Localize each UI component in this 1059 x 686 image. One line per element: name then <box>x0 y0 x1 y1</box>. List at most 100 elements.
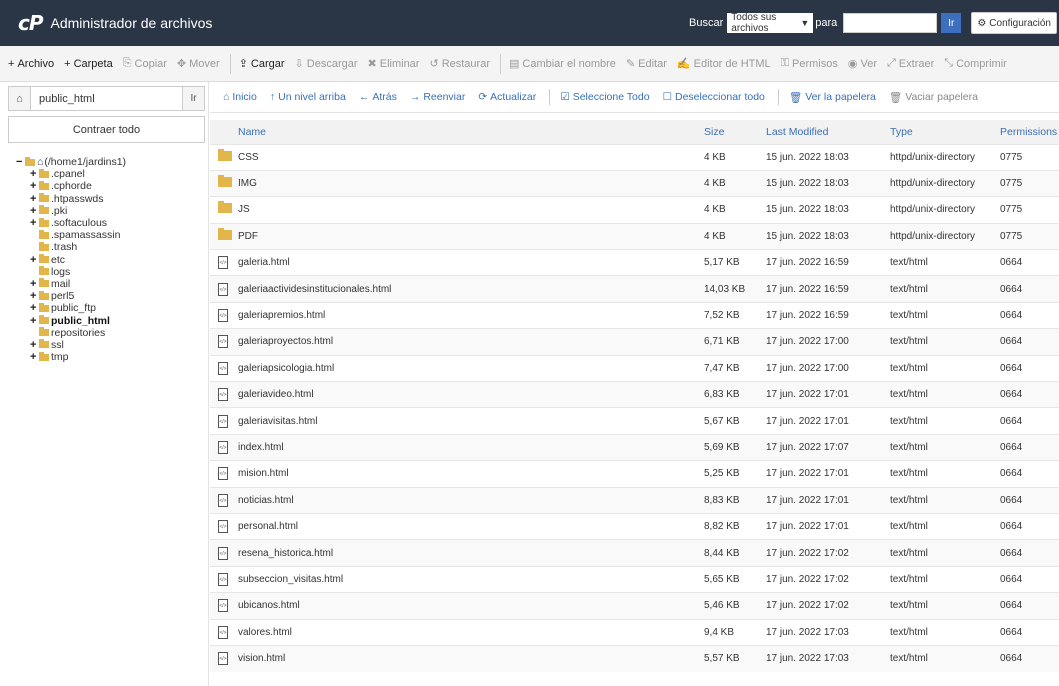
file-row[interactable]: JS 4 KB 15 jun. 2022 18:03 httpd/unix-direc… <box>210 196 1059 224</box>
collapse-all-button[interactable]: Contraer todo <box>8 116 205 143</box>
path-input[interactable]: public_html <box>31 87 182 110</box>
copy-button[interactable]: ⎘ Copiar <box>123 57 167 70</box>
tree-item[interactable]: .spamassassin <box>16 229 206 241</box>
tree-item[interactable]: + ssl <box>16 339 206 351</box>
col-type-header[interactable]: Type <box>886 120 996 144</box>
expand-icon[interactable]: + <box>30 290 38 302</box>
file-row[interactable]: </> valores.html 9,4 KB 17 jun. 2022 17:03 t… <box>210 618 1059 646</box>
settings-button[interactable]: ⚙ Configuración <box>971 12 1057 34</box>
html-editor-button[interactable]: ✍ Editor de HTML <box>677 57 771 71</box>
expand-icon[interactable]: + <box>30 180 38 192</box>
tree-item[interactable]: − ⌂ (/home1/jardins1) <box>16 156 206 168</box>
file-row[interactable]: </> mision.html 5,25 KB 17 jun. 2022 17:01 t… <box>210 460 1059 488</box>
col-size-header[interactable]: Size <box>700 120 762 144</box>
file-row[interactable]: </> index.html 5,69 KB 17 jun. 2022 17:07 te… <box>210 433 1059 461</box>
file-row[interactable]: </> galeriaproyectos.html 6,71 KB 17 jun. 2… <box>210 328 1059 356</box>
expand-icon[interactable]: + <box>30 168 38 180</box>
tree-item[interactable]: + public_ftp <box>16 302 206 314</box>
tree-item[interactable]: + .softaculous <box>16 217 206 229</box>
tree-item[interactable]: logs <box>16 266 206 278</box>
download-button[interactable]: ⇩ Descargar <box>295 57 358 71</box>
file-permissions: 0664 <box>996 460 1059 488</box>
file-row[interactable]: </> galeriapsicologia.html 7,47 KB 17 jun. … <box>210 354 1059 382</box>
file-row[interactable]: </> galeriavisitas.html 5,67 KB 17 jun. 202… <box>210 407 1059 435</box>
file-row[interactable]: </> ubicanos.html 5,46 KB 17 jun. 2022 17:0… <box>210 592 1059 620</box>
restore-button[interactable]: ↺ Restaurar <box>429 57 490 71</box>
expand-icon[interactable]: + <box>30 193 38 205</box>
permissions-button[interactable]: ⚿ Permisos <box>781 57 838 70</box>
tree-item[interactable]: + .cphorde <box>16 180 206 192</box>
file-row[interactable]: </> galeria.html 5,17 KB 17 jun. 2022 16:59… <box>210 249 1059 276</box>
file-row[interactable]: </> resena_historica.html 8,44 KB 17 jun. 2… <box>210 539 1059 567</box>
upload-button[interactable]: ⇪ Cargar <box>239 57 285 71</box>
collapse-icon[interactable]: − <box>16 156 24 168</box>
back-link[interactable]: ← Atrás <box>359 91 397 103</box>
tree-item[interactable]: + tmp <box>16 351 206 363</box>
move-button[interactable]: ✥ Mover <box>177 57 220 71</box>
search-input[interactable] <box>843 13 938 33</box>
nav-label: Ver la papelera <box>805 91 876 103</box>
file-row[interactable]: </> personal.html 8,82 KB 17 jun. 2022 17:0… <box>210 512 1059 540</box>
select-all-link[interactable]: ☑ Seleccione Todo <box>560 91 649 103</box>
col-permissions-header[interactable]: Permissions <box>996 120 1059 144</box>
expand-icon[interactable]: + <box>30 339 38 351</box>
top-header: cP Administrador de archivos Buscar Todo… <box>0 0 1059 46</box>
file-row[interactable]: PDF 4 KB 15 jun. 2022 18:03 httpd/unix-dire… <box>210 222 1059 250</box>
forward-link[interactable]: → Reenviar <box>410 91 466 103</box>
file-row[interactable]: </> vision.html 5,57 KB 17 jun. 2022 17:03 t… <box>210 644 1059 672</box>
tree-item[interactable]: repositories <box>16 327 206 339</box>
view-trash-link[interactable]: 🗑 Ver la papelera <box>789 91 876 104</box>
edit-button[interactable]: ✎ Editar <box>625 57 667 71</box>
html-file-icon: </> <box>218 652 228 666</box>
home-icon[interactable]: ⌂ <box>9 87 31 110</box>
chevron-down-icon: ▼ <box>800 18 810 28</box>
cpanel-logo[interactable]: cP <box>18 11 43 35</box>
tree-item[interactable]: .trash <box>16 241 206 253</box>
new-file-button[interactable]: + Archivo <box>8 58 54 70</box>
html-file-icon: </> <box>218 625 228 639</box>
tree-item[interactable]: + .htpasswds <box>16 193 206 205</box>
reload-link[interactable]: ⟳ Actualizar <box>478 91 536 103</box>
search-go-button[interactable]: Ir <box>941 13 962 33</box>
up-one-level-link[interactable]: ↑ Un nivel arriba <box>270 91 346 103</box>
file-row[interactable]: CSS 4 KB 15 jun. 2022 18:03 httpd/unix-dire… <box>210 143 1059 171</box>
file-row[interactable]: </> subseccion_visitas.html 5,65 KB 17 jun.… <box>210 565 1059 593</box>
extract-button[interactable]: ⤢ Extraer <box>887 57 934 70</box>
toolbar-label: Restaurar <box>441 57 490 70</box>
empty-trash-link[interactable]: 🗑 Vaciar papelera <box>889 91 978 104</box>
search-scope-select[interactable]: Todos sus archivos ▼ <box>727 12 814 34</box>
view-button[interactable]: ◉ Ver <box>848 57 877 71</box>
tree-item[interactable]: + perl5 <box>16 290 206 302</box>
expand-icon[interactable]: + <box>30 254 38 266</box>
expand-icon[interactable]: + <box>30 351 38 363</box>
file-permissions: 0664 <box>996 486 1059 514</box>
tree-item[interactable]: + .pki <box>16 205 206 217</box>
rename-button[interactable]: ▤ Cambiar el nombre <box>509 57 616 71</box>
unselect-all-link[interactable]: ☐ Deseleccionar todo <box>663 91 765 103</box>
col-name-header[interactable]: Name <box>234 120 700 144</box>
table-header-row: Name Size Last Modified Type Permissions <box>210 120 1059 144</box>
edit-icon: ✎ <box>625 58 636 70</box>
tree-item[interactable]: + mail <box>16 278 206 290</box>
file-row[interactable]: IMG 4 KB 15 jun. 2022 18:03 httpd/unix-dire… <box>210 169 1059 197</box>
expand-icon[interactable]: + <box>30 278 38 290</box>
col-modified-header[interactable]: Last Modified <box>762 120 886 144</box>
home-link[interactable]: ⌂ Inicio <box>223 91 257 103</box>
expand-icon[interactable]: + <box>30 302 38 314</box>
file-row[interactable]: </> galeriavideo.html 6,83 KB 17 jun. 2022 … <box>210 381 1059 408</box>
expand-icon[interactable]: + <box>30 315 38 327</box>
path-go-button[interactable]: Ir <box>182 87 204 110</box>
tree-item[interactable]: + .cpanel <box>16 168 206 180</box>
new-folder-button[interactable]: + Carpeta <box>64 58 113 70</box>
folder-icon <box>39 205 49 215</box>
delete-button[interactable]: ✖ Eliminar <box>368 57 420 71</box>
tree-item[interactable]: + etc <box>16 254 206 266</box>
file-type: httpd/unix-directory <box>886 196 996 224</box>
expand-icon[interactable]: + <box>30 205 38 217</box>
compress-button[interactable]: ⤡ Comprimir <box>944 57 1007 70</box>
file-row[interactable]: </> noticias.html 8,83 KB 17 jun. 2022 17:0… <box>210 486 1059 514</box>
file-row[interactable]: </> galeriaactividesinstitucionales.html 1… <box>210 275 1059 303</box>
file-row[interactable]: </> galeriapremios.html 7,52 KB 17 jun. 202… <box>210 301 1059 329</box>
expand-icon[interactable]: + <box>30 217 38 229</box>
tree-item[interactable]: + public_html <box>16 314 206 327</box>
